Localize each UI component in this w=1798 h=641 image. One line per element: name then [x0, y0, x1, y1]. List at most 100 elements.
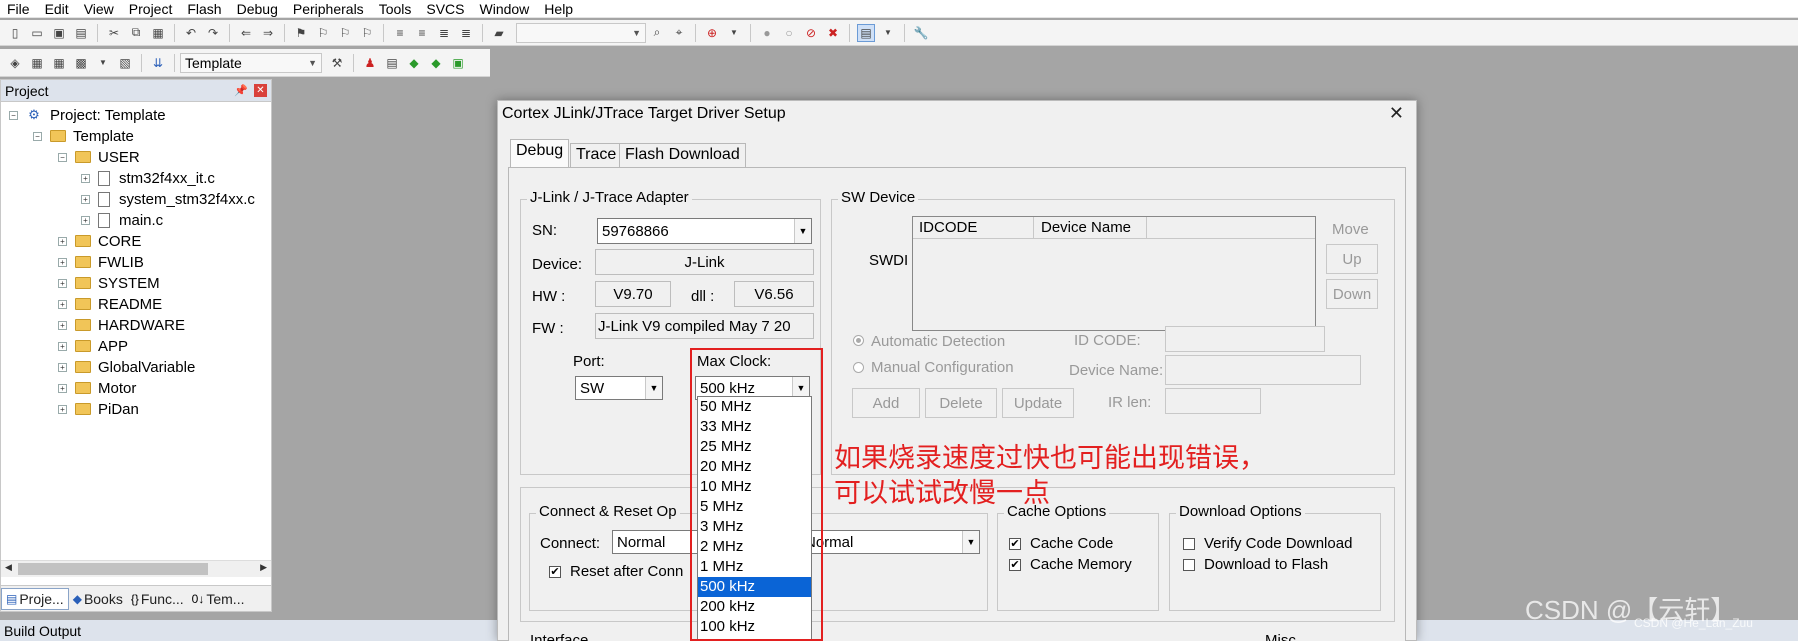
tree-node-project[interactable]: − ⚙ Project: Template	[9, 104, 166, 126]
delete-button[interactable]: Delete	[925, 388, 997, 418]
target-options-icon[interactable]: ⚒	[328, 54, 346, 72]
menu-svcs[interactable]: SVCS	[419, 1, 472, 17]
dialog-close-icon[interactable]: ✕	[1389, 103, 1404, 124]
menu-debug[interactable]: Debug	[230, 1, 286, 17]
uncomment-icon[interactable]: ≣	[457, 24, 475, 42]
expand-icon[interactable]: +	[58, 236, 67, 246]
manage-project-items-icon[interactable]: ▤	[383, 54, 401, 72]
tree-group-motor[interactable]: + Motor	[58, 377, 136, 399]
tab-books[interactable]: ◆ Books	[69, 588, 127, 610]
ir-len-input[interactable]	[1165, 388, 1261, 414]
batch-build-icon[interactable]: ▩	[72, 54, 90, 72]
up-button[interactable]: Up	[1326, 244, 1378, 274]
copy-icon[interactable]: ⧉	[127, 24, 145, 42]
expand-icon[interactable]: +	[58, 341, 67, 351]
new-file-icon[interactable]: ▯	[6, 24, 24, 42]
menu-flash[interactable]: Flash	[180, 1, 229, 17]
manual-configuration-radio[interactable]	[853, 362, 864, 373]
tree-group-hardware[interactable]: + HARDWARE	[58, 314, 185, 336]
breakpoint-insert-icon[interactable]: ●	[758, 24, 776, 42]
bookmark-next-icon[interactable]: ⚐	[336, 24, 354, 42]
pin-icon[interactable]: 📌	[234, 84, 248, 97]
tab-functions[interactable]: {} Func...	[127, 588, 188, 610]
tree-group-app[interactable]: + APP	[58, 335, 128, 357]
menu-window[interactable]: Window	[473, 1, 538, 17]
collapse-icon[interactable]: −	[33, 131, 42, 141]
window-layout-icon[interactable]: ▤	[857, 23, 875, 42]
menu-file[interactable]: File	[0, 1, 38, 17]
tree-node-user[interactable]: − USER	[58, 146, 140, 168]
expand-icon[interactable]: +	[58, 257, 67, 267]
find-combo[interactable]: ▼	[516, 22, 646, 43]
save-icon[interactable]: ▣	[50, 24, 68, 42]
update-button[interactable]: Update	[1002, 388, 1074, 418]
translate-icon[interactable]: ◈	[6, 54, 24, 72]
bookmark-prev-icon[interactable]: ⚐	[314, 24, 332, 42]
down-button[interactable]: Down	[1326, 279, 1378, 309]
tree-group-system[interactable]: + SYSTEM	[58, 272, 160, 294]
download-load-icon[interactable]: ⇊	[149, 54, 167, 72]
menu-project[interactable]: Project	[122, 1, 181, 17]
id-code-input[interactable]	[1165, 326, 1325, 352]
indent-icon[interactable]: ≡	[391, 24, 409, 42]
incremental-find-icon[interactable]: ⌖	[670, 24, 688, 42]
expand-icon[interactable]: +	[58, 278, 67, 288]
breakpoint-disable-all-icon[interactable]: ⊘	[802, 24, 820, 42]
chevron-down-icon[interactable]: ▼	[94, 54, 112, 72]
expand-icon[interactable]: +	[81, 194, 90, 204]
reset-select[interactable]: Normal ▼	[800, 530, 980, 554]
tree-group-pidan[interactable]: + PiDan	[58, 398, 139, 420]
navigate-back-icon[interactable]: ⇐	[237, 24, 255, 42]
download-to-flash-checkbox[interactable]	[1183, 559, 1195, 571]
cut-icon[interactable]: ✂	[105, 24, 123, 42]
add-button[interactable]: Add	[852, 388, 920, 418]
menu-tools[interactable]: Tools	[372, 1, 420, 17]
unindent-icon[interactable]: ≡	[413, 24, 431, 42]
tree-group-core[interactable]: + CORE	[58, 230, 141, 252]
expand-icon[interactable]: +	[58, 299, 67, 309]
open-folder-icon[interactable]: ▭	[28, 24, 46, 42]
comment-icon[interactable]: ≣	[435, 24, 453, 42]
undo-icon[interactable]: ↶	[182, 24, 200, 42]
scroll-left-icon[interactable]: ◀	[5, 562, 12, 573]
expand-icon[interactable]: +	[58, 383, 67, 393]
verify-code-download-checkbox[interactable]	[1183, 538, 1195, 550]
paste-icon[interactable]: ▦	[149, 24, 167, 42]
build-icon[interactable]: ▦	[28, 54, 46, 72]
find-icon[interactable]: ⌕	[648, 24, 666, 42]
configure-icon[interactable]: 🔧	[912, 24, 930, 42]
tree-file-stm32f4xx-it[interactable]: + stm32f4xx_it.c	[81, 167, 215, 189]
menu-view[interactable]: View	[77, 1, 122, 17]
tree-file-main[interactable]: + main.c	[81, 209, 163, 231]
scrollbar-thumb[interactable]	[18, 563, 208, 575]
menu-help[interactable]: Help	[537, 1, 581, 17]
expand-icon[interactable]: +	[58, 404, 67, 414]
automatic-detection-radio[interactable]	[853, 335, 864, 346]
pack-installer-icon[interactable]: ◆	[427, 54, 445, 72]
breakpoint-kill-all-icon[interactable]: ✖	[824, 24, 842, 42]
tab-debug[interactable]: Debug	[510, 139, 570, 169]
sw-device-table[interactable]: IDCODE Device Name	[912, 216, 1316, 331]
cache-code-checkbox[interactable]: ✔	[1009, 538, 1021, 550]
tab-trace[interactable]: Trace	[570, 143, 623, 168]
device-name-input[interactable]	[1165, 355, 1361, 385]
find-in-files-icon[interactable]: ▰	[490, 24, 508, 42]
sn-select[interactable]: 59768866 ▼	[597, 218, 812, 244]
debug-session-icon[interactable]: ⊕	[703, 24, 721, 42]
expand-icon[interactable]: +	[81, 173, 90, 183]
expand-icon[interactable]: +	[58, 320, 67, 330]
tree-group-fwlib[interactable]: + FWLIB	[58, 251, 144, 273]
tree-node-target[interactable]: − Template	[33, 125, 134, 147]
tree-file-system-stm32f4xx[interactable]: + system_stm32f4xx.c	[81, 188, 255, 210]
tree-group-globalvariable[interactable]: + GlobalVariable	[58, 356, 195, 378]
collapse-icon[interactable]: −	[9, 110, 18, 120]
menu-peripherals[interactable]: Peripherals	[286, 1, 372, 17]
tab-flash-download[interactable]: Flash Download	[619, 143, 746, 168]
select-software-packs-icon[interactable]: ◆	[405, 54, 423, 72]
bookmark-icon[interactable]: ⚑	[292, 24, 310, 42]
save-all-icon[interactable]: ▤	[72, 24, 90, 42]
horizontal-scrollbar[interactable]: ◀ ▶	[1, 560, 271, 577]
reset-after-connect-checkbox[interactable]: ✔	[549, 566, 561, 578]
navigate-forward-icon[interactable]: ⇒	[259, 24, 277, 42]
port-select[interactable]: SW ▼	[575, 376, 663, 400]
